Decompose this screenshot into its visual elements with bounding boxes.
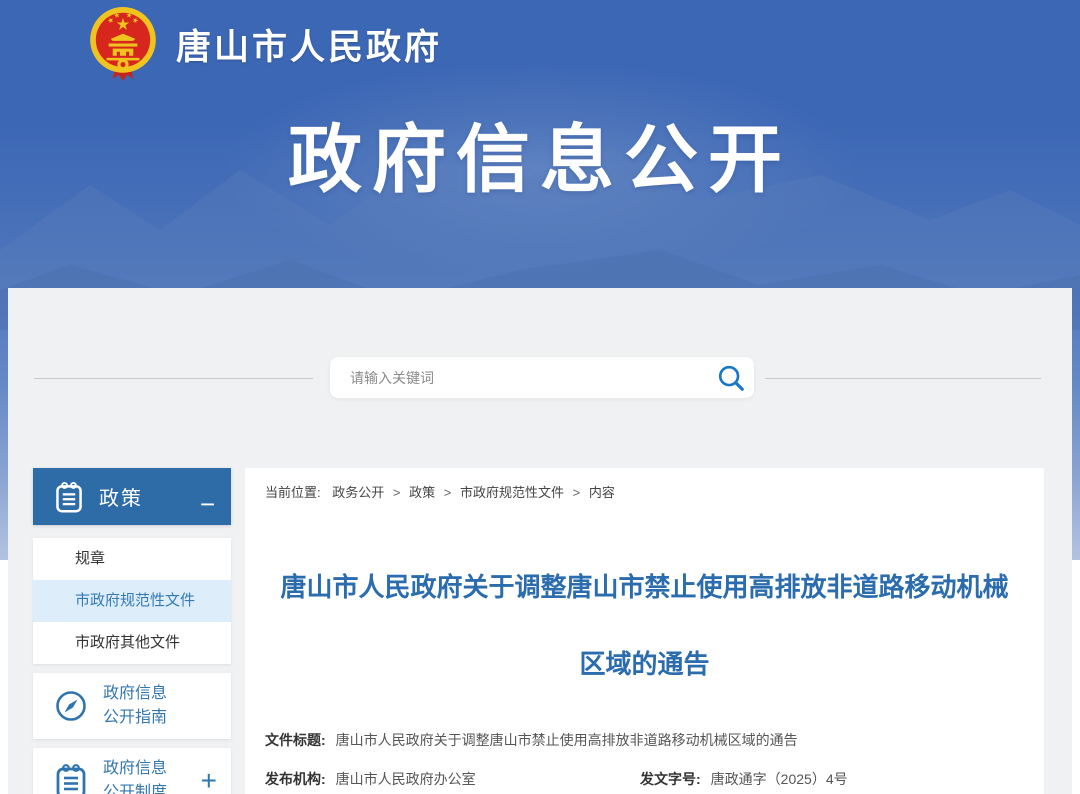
clipboard-icon bbox=[53, 762, 89, 794]
meta-doc-number: 发文字号: 唐政通字（2025）4号 bbox=[640, 769, 848, 789]
collapse-icon[interactable]: − bbox=[200, 494, 215, 514]
sidebar-item-normative-documents[interactable]: 市政府规范性文件 bbox=[33, 580, 231, 622]
search-button[interactable] bbox=[708, 357, 754, 398]
content-panel: 政策 − 规章 市政府规范性文件 市政府其他文件 政府信息 公开指南 bbox=[8, 288, 1072, 794]
sidebar-section-policy[interactable]: 政策 − bbox=[33, 468, 231, 525]
meta-issuer: 发布机构: 唐山市人民政府办公室 bbox=[265, 769, 640, 789]
breadcrumb-item-normative[interactable]: 市政府规范性文件 bbox=[460, 485, 564, 500]
search-icon bbox=[716, 363, 746, 393]
document-meta: 文件标题: 唐山市人民政府关于调整唐山市禁止使用高排放非道路移动机械区域的通告 … bbox=[265, 730, 1024, 794]
meta-file-title: 文件标题: 唐山市人民政府关于调整唐山市禁止使用高排放非道路移动机械区域的通告 bbox=[265, 730, 798, 750]
breadcrumb-label: 当前位置: bbox=[265, 485, 321, 500]
disclosure-guide-label: 政府信息 公开指南 bbox=[103, 682, 167, 730]
site-header: 唐山市人民政府 bbox=[0, 0, 1080, 88]
expand-icon[interactable]: + bbox=[201, 765, 217, 794]
sidebar-item-regulations[interactable]: 规章 bbox=[33, 538, 231, 580]
search-divider-left bbox=[34, 378, 313, 379]
sidebar: 政策 − 规章 市政府规范性文件 市政府其他文件 政府信息 公开指南 bbox=[33, 468, 231, 794]
page-title: 政府信息公开 bbox=[0, 100, 1080, 207]
sidebar-item-other-documents[interactable]: 市政府其他文件 bbox=[33, 622, 231, 664]
sidebar-card-disclosure-system[interactable]: 政府信息 公开制度 + bbox=[33, 748, 231, 794]
document-area: 当前位置: 政务公开 > 政策 > 市政府规范性文件 > 内容 唐山市人民政府关… bbox=[245, 468, 1044, 794]
compass-icon bbox=[53, 688, 89, 724]
search-input[interactable] bbox=[330, 370, 708, 386]
breadcrumb-item-policy[interactable]: 政策 bbox=[409, 485, 435, 500]
page: 唐山市人民政府 政府信息公开 bbox=[0, 0, 1080, 794]
breadcrumb: 当前位置: 政务公开 > 政策 > 市政府规范性文件 > 内容 bbox=[265, 482, 1024, 501]
sidebar-card-disclosure-guide[interactable]: 政府信息 公开指南 bbox=[33, 673, 231, 739]
site-name[interactable]: 唐山市人民政府 bbox=[176, 19, 442, 70]
document-title: 唐山市人民政府关于调整唐山市禁止使用高排放非道路移动机械 区域的通告 bbox=[265, 549, 1024, 703]
breadcrumb-item-content[interactable]: 内容 bbox=[589, 485, 615, 500]
clipboard-icon bbox=[53, 480, 85, 514]
sidebar-menu: 规章 市政府规范性文件 市政府其他文件 bbox=[33, 538, 231, 664]
national-emblem-icon bbox=[86, 5, 160, 83]
disclosure-system-label: 政府信息 公开制度 bbox=[103, 757, 167, 794]
search-bar bbox=[330, 357, 754, 398]
breadcrumb-item-zwgk[interactable]: 政务公开 bbox=[332, 485, 384, 500]
sidebar-section-label: 政策 bbox=[99, 482, 143, 511]
search-divider-right bbox=[765, 378, 1041, 379]
